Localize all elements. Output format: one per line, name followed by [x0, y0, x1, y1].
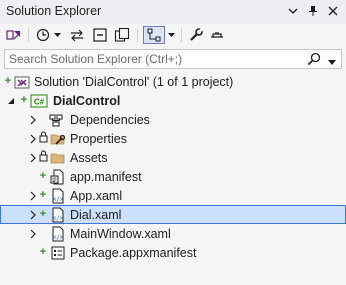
svg-text:</>: </> [53, 215, 64, 222]
history-dropdown-icon[interactable] [52, 26, 62, 44]
panel-titlebar: Solution Explorer [0, 0, 346, 24]
tree-item-label: Assets [70, 151, 108, 165]
tree-item-dependencies[interactable]: Dependencies [0, 110, 346, 129]
svg-text:</>: </> [53, 196, 64, 203]
history-icon[interactable] [34, 26, 52, 44]
switch-views-icon[interactable] [5, 26, 23, 44]
added-status-icon: + [39, 189, 47, 201]
properties-wrench-icon[interactable] [187, 26, 205, 44]
sync-with-document-icon[interactable] [68, 26, 86, 44]
tree-item-label: Solution 'DialControl' (1 of 1 project) [34, 75, 234, 89]
lock-icon [39, 131, 49, 147]
tree-item-properties[interactable]: Properties [0, 129, 346, 148]
close-icon[interactable] [326, 3, 340, 19]
added-status-icon: + [20, 94, 28, 106]
collapse-all-icon[interactable] [91, 26, 109, 44]
tree-item-dial-xaml[interactable]: + </> Dial.xaml [0, 205, 346, 224]
expand-arrow-icon[interactable] [28, 114, 38, 125]
tree-item-label: Dependencies [70, 113, 150, 127]
tree-item-label: DialControl [53, 94, 121, 108]
added-status-icon: + [39, 246, 47, 258]
toolbar-separator [137, 28, 138, 42]
search-options-dropdown-icon[interactable] [328, 55, 338, 65]
tree-item-solution[interactable]: + Solution 'DialControl' (1 of 1 project… [0, 72, 346, 91]
properties-folder-icon [50, 131, 66, 147]
added-status-icon: + [39, 208, 47, 220]
tree-item-label: App.xaml [70, 189, 123, 203]
panel-title: Solution Explorer [6, 4, 102, 18]
tree-item-project[interactable]: + C# DialControl [0, 91, 346, 110]
show-all-files-icon[interactable] [113, 26, 131, 44]
window-options-icon[interactable] [286, 3, 300, 19]
solution-icon [14, 74, 30, 90]
added-status-icon: + [39, 170, 47, 182]
collapse-arrow-icon[interactable] [6, 95, 16, 105]
folder-icon [50, 150, 66, 166]
toolbar-separator [181, 28, 182, 42]
pin-icon[interactable] [306, 3, 320, 19]
xaml-file-icon: </> [50, 226, 66, 242]
dependencies-icon [48, 112, 64, 128]
search-input[interactable] [5, 50, 309, 68]
added-status-icon: + [4, 75, 12, 87]
tree-item-assets[interactable]: Assets [0, 148, 346, 167]
tree-item-label: Package.appxmanifest [70, 246, 197, 260]
lock-icon [39, 150, 49, 166]
tree-item-package-appxmanifest[interactable]: + Package.appxmanifest [0, 243, 346, 262]
expand-arrow-icon[interactable] [28, 152, 38, 163]
search-icon[interactable] [307, 52, 321, 66]
tree-item-label: Dial.xaml [70, 208, 122, 222]
filter-dropdown-icon[interactable] [166, 26, 176, 44]
toolbar [0, 24, 346, 46]
appxmanifest-file-icon [50, 245, 66, 261]
expand-arrow-icon[interactable] [28, 209, 38, 220]
svg-text:C#: C# [34, 98, 45, 107]
toolbar-separator [28, 28, 29, 42]
xaml-file-icon: </> [50, 188, 66, 204]
tree-item-label: Properties [70, 132, 127, 146]
show-active-document-icon[interactable] [143, 26, 165, 44]
csharp-project-icon: C# [30, 93, 48, 109]
preview-selected-items-icon[interactable] [208, 26, 226, 44]
xaml-file-icon: </> [50, 207, 66, 223]
tree-item-app-xaml[interactable]: + </> App.xaml [0, 186, 346, 205]
expand-arrow-icon[interactable] [28, 190, 38, 201]
search-box [4, 49, 342, 69]
tree-item-app-manifest[interactable]: + app.manifest [0, 167, 346, 186]
manifest-file-icon [50, 169, 66, 185]
tree-item-mainwindow-xaml[interactable]: </> MainWindow.xaml [0, 224, 346, 243]
svg-text:</>: </> [53, 234, 64, 241]
expand-arrow-icon[interactable] [28, 228, 38, 239]
tree-item-label: app.manifest [70, 170, 142, 184]
expand-arrow-icon[interactable] [28, 133, 38, 144]
tree-item-label: MainWindow.xaml [70, 227, 171, 241]
